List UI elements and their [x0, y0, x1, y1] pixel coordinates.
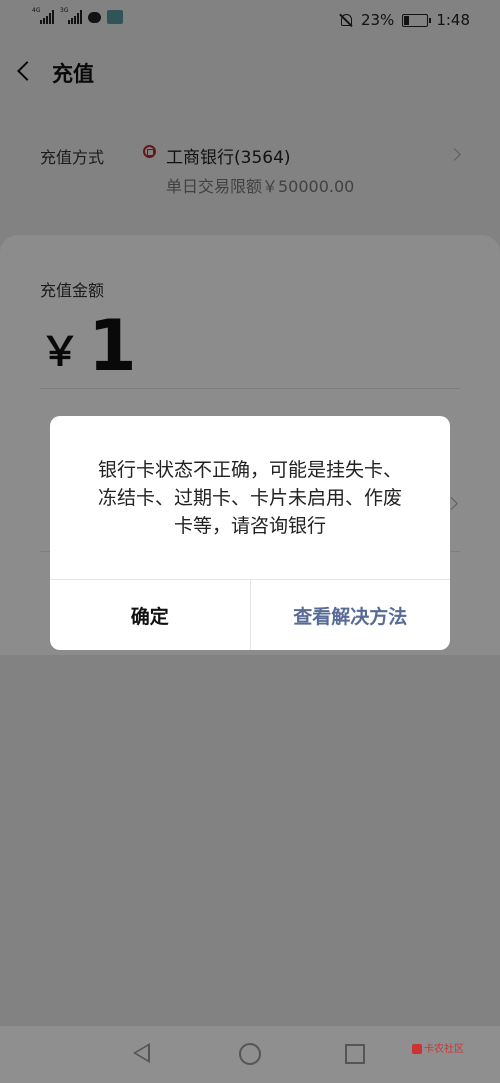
dialog-message: 银行卡状态不正确，可能是挂失卡、冻结卡、过期卡、卡片未启用、作废卡等，请咨询银行 [97, 459, 402, 537]
watermark-text: 卡农社区 [424, 1044, 464, 1055]
nav-back-icon[interactable] [133, 1043, 150, 1063]
error-dialog: 银行卡状态不正确，可能是挂失卡、冻结卡、过期卡、卡片未启用、作废卡等，请咨询银行… [50, 416, 450, 650]
nav-recent-apps-icon[interactable] [345, 1044, 365, 1064]
watermark-logo-icon [412, 1044, 422, 1054]
nav-home-icon[interactable] [239, 1043, 261, 1065]
dialog-actions: 确定 查看解决方法 [50, 579, 450, 650]
watermark: 卡农社区 [412, 1040, 464, 1055]
confirm-button[interactable]: 确定 [50, 580, 251, 650]
system-navigation-bar: 卡农社区 [0, 1026, 500, 1083]
view-solution-button[interactable]: 查看解决方法 [251, 580, 451, 650]
